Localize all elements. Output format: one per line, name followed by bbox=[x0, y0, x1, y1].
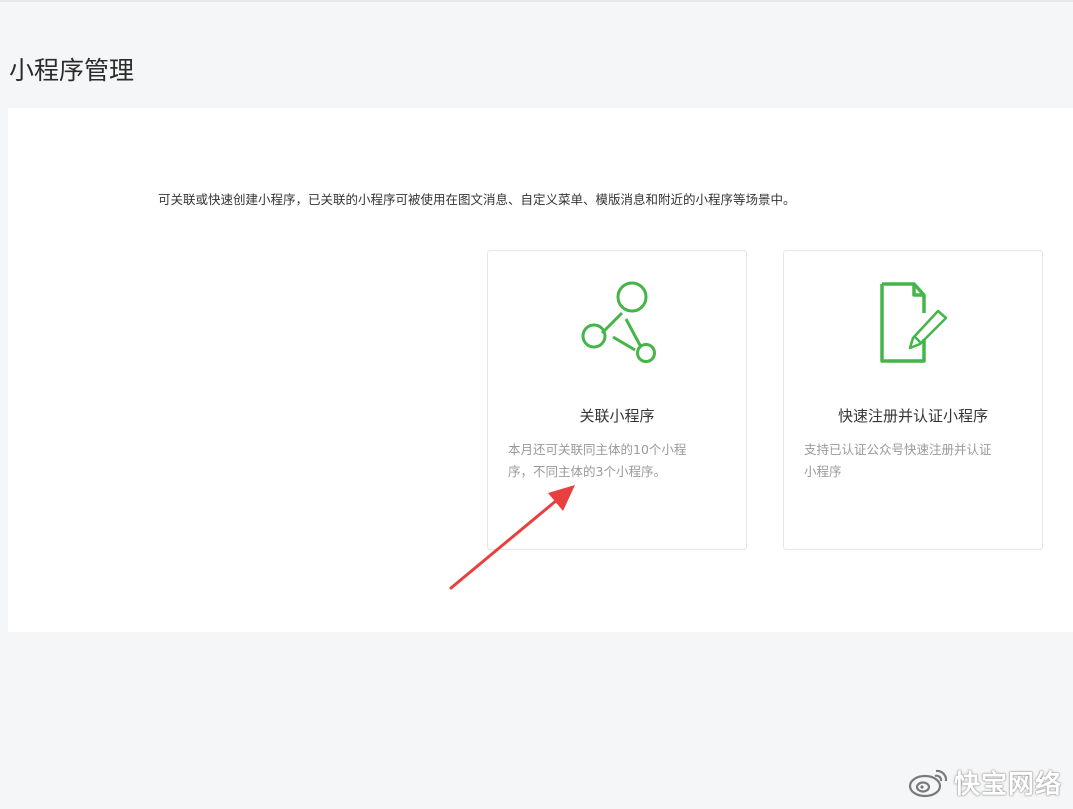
card-description-line: 小程序 bbox=[804, 464, 842, 479]
card-title: 关联小程序 bbox=[579, 407, 655, 425]
card-description-line: 支持已认证公众号快速注册并认证 bbox=[804, 442, 992, 457]
watermark-text: 快宝网络 bbox=[954, 769, 1063, 800]
annotation-arrow bbox=[449, 485, 575, 590]
card-description: 本月还可关联同主体的10个小程 序，不同主体的3个小程序。 bbox=[508, 439, 728, 483]
card-description: 支持已认证公众号快速注册并认证 小程序 bbox=[804, 439, 1024, 483]
page: 小程序管理 可关联或快速创建小程序，已关联的小程序可被使用在图文消息、自定义菜单… bbox=[0, 0, 1073, 809]
card-description-line: 本月还可关联同主体的10个小程 bbox=[508, 442, 687, 457]
network-link-icon bbox=[488, 275, 746, 367]
weibo-logo-icon bbox=[908, 769, 948, 798]
top-divider bbox=[0, 0, 1073, 2]
watermark: 快宝网络 bbox=[906, 762, 1062, 802]
page-title: 小程序管理 bbox=[9, 55, 135, 85]
document-edit-icon bbox=[784, 275, 1042, 367]
quick-register-card[interactable]: 快速注册并认证小程序 支持已认证公众号快速注册并认证 小程序 bbox=[783, 250, 1043, 550]
panel-description: 可关联或快速创建小程序，已关联的小程序可被使用在图文消息、自定义菜单、模版消息和… bbox=[158, 192, 796, 207]
card-title: 快速注册并认证小程序 bbox=[837, 407, 988, 425]
